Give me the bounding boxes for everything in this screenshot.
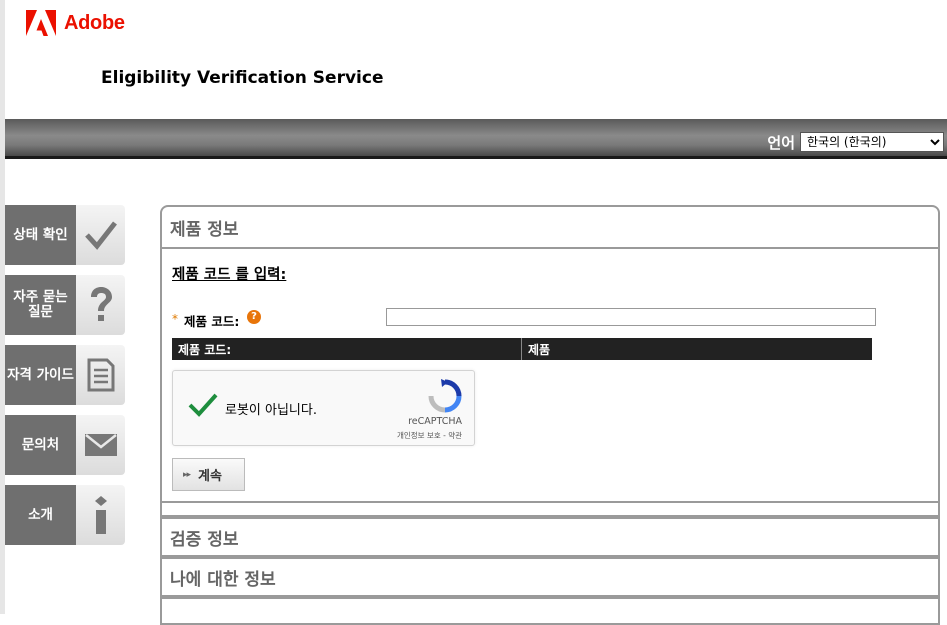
envelope-icon xyxy=(76,415,125,475)
recaptcha-brand: reCAPTCHA xyxy=(408,416,462,427)
table-header-product: 제품 xyxy=(528,342,551,357)
nav-item-contact[interactable]: 문의처 xyxy=(5,415,125,475)
required-marker: * xyxy=(172,312,178,326)
continue-arrow-icon: ▸▸ xyxy=(183,469,191,480)
service-title: Eligibility Verification Service xyxy=(101,68,384,88)
help-icon[interactable]: ? xyxy=(247,310,261,324)
nav-item-status-check[interactable]: 상태 확인 xyxy=(5,205,125,265)
recaptcha-widget: 로봇이 아닙니다. reCAPTCHA 개인정보 보호 - 약관 xyxy=(172,370,475,446)
side-nav: 상태 확인 자주 묻는 질문 자격 가이드 문의처 소개 xyxy=(5,205,125,555)
nav-item-about[interactable]: 소개 xyxy=(5,485,125,545)
document-icon xyxy=(76,345,125,405)
language-label: 언어 xyxy=(767,134,795,152)
adobe-logo[interactable]: Adobe xyxy=(26,10,125,36)
adobe-a-icon xyxy=(26,10,56,36)
top-bar: 언어 한국의 (한국의) xyxy=(5,119,947,159)
nav-label: 문의처 xyxy=(5,415,76,475)
product-section-title: 제품 정보 xyxy=(162,207,938,249)
recaptcha-checkmark-icon[interactable] xyxy=(187,389,219,421)
continue-button[interactable]: ▸▸ 계속 xyxy=(172,458,245,491)
product-code-label: 제품 코드: xyxy=(184,314,240,329)
product-table-header: 제품 코드: 제품 xyxy=(172,338,872,360)
nav-label: 자격 가이드 xyxy=(5,345,76,405)
nav-label: 소개 xyxy=(5,485,76,545)
about-me-section-title[interactable]: 나에 대한 정보 xyxy=(162,559,938,599)
nav-item-faq[interactable]: 자주 묻는 질문 xyxy=(5,275,125,335)
info-icon xyxy=(76,485,125,545)
verification-section-title[interactable]: 검증 정보 xyxy=(162,519,938,559)
nav-item-eligibility-guide[interactable]: 자격 가이드 xyxy=(5,345,125,405)
enter-product-code-label: 제품 코드 를 입력: xyxy=(172,267,287,283)
product-section-body: 제품 코드 를 입력: * 제품 코드: ? 제품 코드: 제품 로봇이 아닙니… xyxy=(162,249,938,503)
check-icon xyxy=(76,205,125,265)
adobe-logo-text: Adobe xyxy=(64,11,125,34)
language-select[interactable]: 한국의 (한국의) xyxy=(800,132,944,152)
recaptcha-logo-icon xyxy=(428,379,462,413)
question-icon xyxy=(76,275,125,335)
recaptcha-label: 로봇이 아닙니다. xyxy=(225,403,317,418)
table-header-product-code: 제품 코드: xyxy=(172,338,522,360)
recaptcha-privacy-terms-links[interactable]: 개인정보 보호 - 약관 xyxy=(397,430,462,441)
product-code-input[interactable] xyxy=(386,308,876,326)
main-panel: 제품 정보 제품 코드 를 입력: * 제품 코드: ? 제품 코드: 제품 로… xyxy=(160,205,940,625)
nav-label: 상태 확인 xyxy=(5,205,76,265)
continue-button-label: 계속 xyxy=(198,469,222,484)
nav-label: 자주 묻는 질문 xyxy=(5,275,76,335)
section-divider xyxy=(162,503,938,519)
